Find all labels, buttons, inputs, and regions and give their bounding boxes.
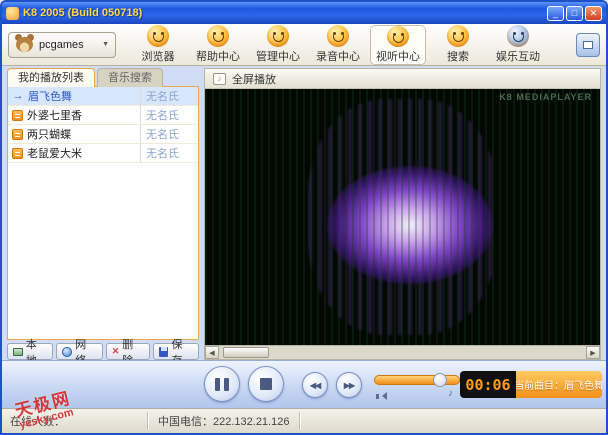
volume-thumb[interactable]: [433, 373, 447, 387]
window-title: K8 2005 (Build 050718): [23, 7, 547, 19]
volume-slider[interactable]: [374, 375, 460, 385]
title-bar[interactable]: K8 2005 (Build 050718) _ □ ✕: [2, 2, 606, 24]
sidebar-tabs: 我的播放列表 音乐搜索: [7, 68, 163, 87]
playlist-row[interactable]: 外婆七里香 无名氏: [8, 106, 198, 125]
playback-controls: ◀◀ ▶▶ ♪ 00:06 当前曲目：眉飞色舞: [2, 360, 606, 408]
entertainment-icon: [507, 25, 529, 47]
toolbar-item-media-center[interactable]: 视听中心: [370, 25, 426, 65]
delete-icon: ✕: [112, 346, 120, 357]
fullscreen-button[interactable]: 全屏播放: [232, 71, 276, 87]
online-count-label: 在线人数：: [10, 412, 148, 430]
track-title: 老鼠爱大米: [27, 145, 136, 161]
toolbar-item-record-center[interactable]: 录音中心: [310, 25, 366, 65]
playlist-actions: 本地 网络 ✕ 删除 保存: [7, 343, 199, 360]
scroll-right-arrow[interactable]: ▶: [586, 346, 600, 359]
maximize-button[interactable]: □: [566, 6, 583, 21]
window-buttons: _ □ ✕: [547, 6, 602, 21]
bear-icon: [15, 36, 34, 53]
tab-music-search[interactable]: 音乐搜索: [97, 68, 163, 87]
skin-button[interactable]: [576, 33, 600, 57]
toolbar-item-label: 娱乐互动: [496, 48, 540, 64]
toolbar-item-entertainment[interactable]: 娱乐互动: [490, 25, 546, 65]
track-list-icon: [12, 129, 23, 140]
track-list-icon: [12, 110, 23, 121]
track-artist: 无名氏: [140, 125, 198, 143]
toolbar-item-help-center[interactable]: 帮助中心: [190, 25, 246, 65]
player-topbar: ♪ 全屏播放: [205, 69, 600, 89]
chevron-down-icon: ▼: [102, 41, 109, 48]
viz-stripes: [205, 89, 600, 345]
toolbar-item-browser[interactable]: 浏览器: [130, 25, 186, 65]
previous-button[interactable]: ◀◀: [302, 372, 328, 398]
now-playing-label: 当前曲目：眉飞色舞: [516, 371, 602, 398]
track-artist: 无名氏: [140, 87, 198, 105]
toolbar-item-label: 帮助中心: [196, 48, 240, 64]
media-center-icon: [387, 26, 409, 47]
skin-icon: [583, 41, 593, 49]
track-title: 外婆七里香: [27, 107, 136, 123]
track-artist: 无名氏: [140, 144, 198, 162]
local-icon: [13, 348, 23, 356]
delete-button[interactable]: ✕ 删除: [106, 343, 150, 360]
minimize-button[interactable]: _: [547, 6, 564, 21]
stop-button[interactable]: [248, 366, 284, 402]
app-icon: [6, 7, 19, 20]
toolbar-item-label: 管理中心: [256, 48, 300, 64]
scrollbar-thumb[interactable]: [223, 347, 269, 358]
speaker-icon[interactable]: [376, 392, 387, 401]
stop-icon: [260, 378, 272, 390]
toolbar-item-search[interactable]: 搜索: [430, 25, 486, 65]
close-button[interactable]: ✕: [585, 6, 602, 21]
note-icon[interactable]: ♪: [448, 388, 453, 399]
toolbar-item-label: 浏览器: [142, 48, 175, 64]
save-icon: [159, 347, 169, 357]
help-center-icon: [207, 25, 229, 47]
track-list-icon: [12, 148, 23, 159]
pause-button[interactable]: [204, 366, 240, 402]
playlist-panel: → 眉飞色舞 无名氏 外婆七里香 无名氏 两只蝴蝶 无名氏 老鼠爱大米 无名氏: [7, 86, 199, 340]
record-center-icon: [327, 25, 349, 47]
time-display: 00:06: [460, 371, 516, 398]
telecom-ip-label: 中国电信：222.132.21.126: [148, 412, 300, 430]
track-title: 眉飞色舞: [28, 88, 136, 104]
toolbar-item-label: 录音中心: [316, 48, 360, 64]
toolbar-item-label: 视听中心: [376, 48, 420, 64]
playlist-row[interactable]: 两只蝴蝶 无名氏: [8, 125, 198, 144]
save-button[interactable]: 保存: [153, 343, 199, 360]
toolbar-item-label: 搜索: [447, 48, 469, 64]
tab-my-playlist[interactable]: 我的播放列表: [7, 68, 95, 87]
browser-icon: [147, 25, 169, 47]
local-button[interactable]: 本地: [7, 343, 53, 360]
next-button[interactable]: ▶▶: [336, 372, 362, 398]
main-toolbar: pcgames ▼ 浏览器 帮助中心 管理中心 录音中心 视听中心 搜索: [2, 24, 606, 66]
pause-icon: [215, 378, 229, 391]
toolbar-item-manage-center[interactable]: 管理中心: [250, 25, 306, 65]
scroll-left-arrow[interactable]: ◀: [205, 346, 219, 359]
manage-center-icon: [267, 25, 289, 47]
brand-label: pcgames: [39, 39, 84, 51]
network-button[interactable]: 网络: [56, 343, 102, 360]
playlist-row[interactable]: → 眉飞色舞 无名氏: [8, 87, 198, 106]
seek-scrollbar[interactable]: ◀ ▶: [205, 345, 600, 359]
visualization-area: K8 MEDIAPLAYER: [205, 89, 600, 345]
mediaplayer-brand: K8 MEDIAPLAYER: [499, 92, 592, 102]
now-playing-arrow-icon: →: [12, 90, 24, 102]
search-icon: [447, 25, 469, 47]
track-title: 两只蝴蝶: [27, 126, 136, 142]
brand-dropdown[interactable]: pcgames ▼: [8, 32, 116, 58]
note-box-icon: ♪: [213, 73, 226, 85]
playlist-row[interactable]: 老鼠爱大米 无名氏: [8, 144, 198, 163]
track-artist: 无名氏: [140, 106, 198, 124]
status-bar: 在线人数： 中国电信：222.132.21.126: [2, 408, 606, 433]
network-icon: [62, 347, 72, 357]
player-panel: ♪ 全屏播放 K8 MEDIAPLAYER ◀ ▶: [204, 68, 601, 360]
app-window: K8 2005 (Build 050718) _ □ ✕ pcgames ▼ 浏…: [0, 0, 608, 435]
